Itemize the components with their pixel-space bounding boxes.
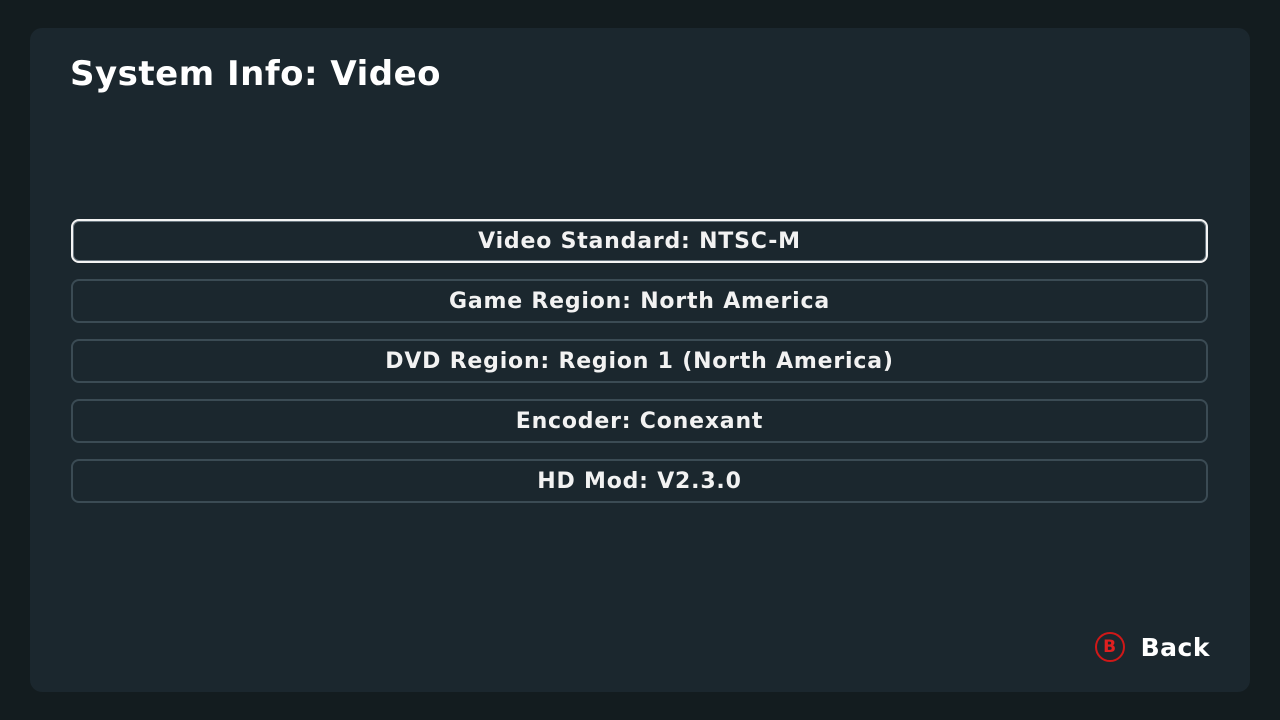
menu-item-game-region[interactable]: Game Region: North America	[71, 279, 1208, 323]
back-label: Back	[1140, 632, 1210, 662]
menu-item-dvd-region[interactable]: DVD Region: Region 1 (North America)	[71, 339, 1208, 383]
video-info-menu: Video Standard: NTSC-M Game Region: Nort…	[71, 219, 1208, 519]
screen: System Info: Video Video Standard: NTSC-…	[0, 0, 1280, 720]
menu-item-hd-mod[interactable]: HD Mod: V2.3.0	[71, 459, 1208, 503]
page-title: System Info: Video	[70, 54, 442, 94]
menu-item-video-standard[interactable]: Video Standard: NTSC-M	[71, 219, 1208, 263]
b-button-icon: B	[1094, 632, 1125, 662]
menu-item-encoder[interactable]: Encoder: Conexant	[71, 399, 1208, 443]
back-button[interactable]: B Back	[1094, 632, 1210, 662]
